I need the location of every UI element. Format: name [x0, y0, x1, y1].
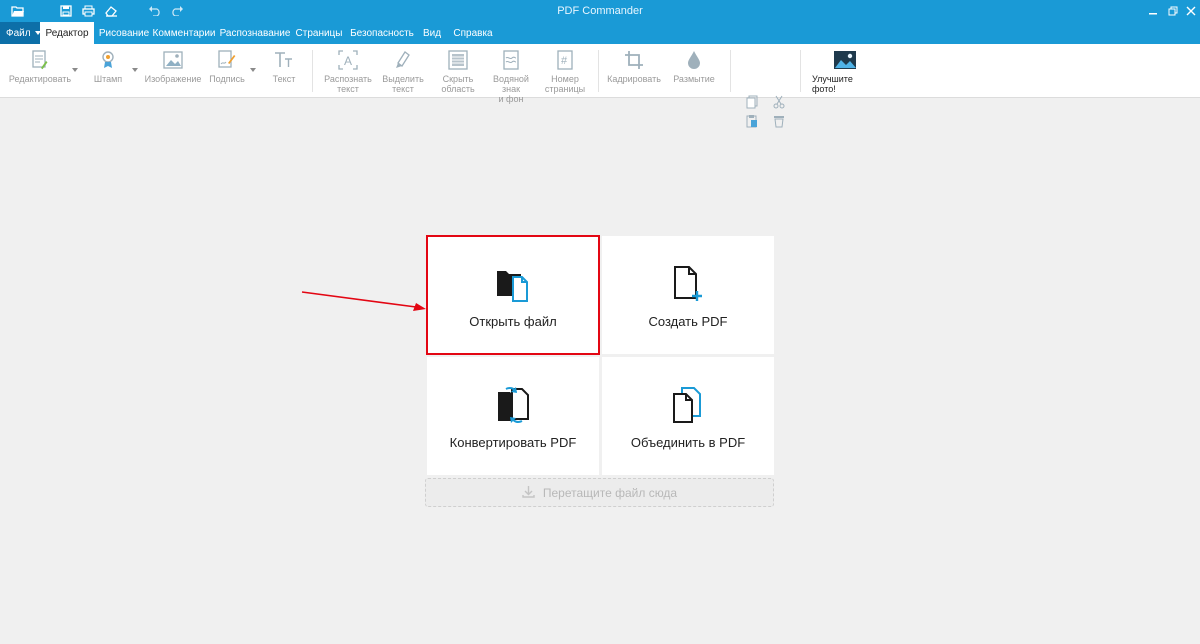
window-title: PDF Commander [557, 5, 643, 17]
hide-area-label: Скрыть область [441, 74, 475, 94]
close-icon[interactable] [1183, 3, 1199, 19]
convert-pdf-label: Конвертировать PDF [449, 435, 577, 450]
crop-button[interactable]: Кадрировать [607, 50, 661, 96]
watermark-button[interactable]: Водяной знак и фон [483, 50, 539, 104]
tab-help[interactable]: Справка [450, 22, 496, 44]
stamp-dropdown-caret[interactable] [132, 68, 138, 72]
page-number-button[interactable]: # Номер страницы [544, 50, 586, 96]
edit-button[interactable]: Редактировать [8, 50, 72, 96]
enhance-photo-button[interactable]: Улучшите фото! [812, 50, 878, 96]
text-icon [274, 50, 294, 70]
edit-label: Редактировать [8, 74, 72, 84]
open-file-tile[interactable]: Открыть файл [427, 236, 599, 354]
restore-icon[interactable] [1165, 3, 1181, 19]
stamp-label: Штамп [93, 74, 123, 84]
tab-drawing[interactable]: Рисование [95, 22, 153, 44]
watermark-icon [501, 50, 521, 70]
tab-recognition[interactable]: Распознавание [220, 22, 291, 44]
blur-label: Размытие [673, 74, 715, 84]
signature-icon [217, 50, 237, 70]
stamp-button[interactable]: Штамп [88, 50, 128, 96]
sign-button[interactable]: Подпись [208, 50, 246, 96]
hide-area-button[interactable]: Скрыть область [436, 50, 480, 96]
tab-comments[interactable]: Комментарии [153, 22, 216, 44]
edit-dropdown-caret[interactable] [72, 68, 78, 72]
new-document-icon [668, 264, 708, 304]
enhance-photo-label: Улучшите фото! [812, 74, 853, 94]
sign-label: Подпись [209, 74, 245, 84]
svg-text:#: # [561, 55, 568, 67]
crop-label: Кадрировать [607, 74, 661, 84]
convert-pdf-tile[interactable]: Конвертировать PDF [427, 357, 599, 475]
merge-documents-icon [668, 385, 708, 425]
image-icon [163, 50, 183, 70]
tab-security[interactable]: Безопасность [348, 22, 416, 44]
crop-icon [624, 50, 644, 70]
ribbon-separator [598, 50, 599, 92]
ribbon-toolbar: Редактировать Штамп Изображение Подпись … [0, 44, 1200, 128]
select-text-button[interactable]: Выделить текст [380, 50, 426, 96]
edit-document-icon [30, 50, 50, 70]
paste-icon[interactable] [745, 114, 759, 128]
highlighter-icon [393, 50, 413, 70]
file-menu-button[interactable]: Файл [0, 22, 41, 44]
text-label: Текст [272, 74, 296, 84]
sign-dropdown-caret[interactable] [250, 68, 256, 72]
tab-editor[interactable]: Редактор [40, 22, 94, 44]
droplet-icon [684, 50, 704, 70]
recognize-text-label: Распознать текст [324, 74, 372, 94]
drop-zone[interactable]: Перетащите файл сюда [425, 478, 774, 507]
image-button[interactable]: Изображение [144, 50, 202, 96]
create-pdf-label: Создать PDF [648, 314, 728, 329]
download-icon [522, 485, 535, 501]
merge-pdf-tile[interactable]: Объединить в PDF [602, 357, 774, 475]
tab-view[interactable]: Вид [420, 22, 444, 44]
file-menu-label: Файл [6, 27, 31, 39]
ribbon-separator [312, 50, 313, 92]
watermark-label: Водяной знак и фон [493, 74, 529, 104]
svg-text:A: A [344, 54, 352, 68]
photo-enhance-icon [833, 50, 857, 70]
text-button[interactable]: Текст [268, 50, 300, 96]
open-folder-icon [493, 264, 533, 304]
page-number-label: Номер страницы [544, 74, 586, 94]
ribbon-separator [800, 50, 801, 92]
recognize-text-button[interactable]: A Распознать текст [322, 50, 374, 96]
create-pdf-tile[interactable]: Создать PDF [602, 236, 774, 354]
minimize-icon[interactable] [1145, 3, 1161, 19]
scissors-icon[interactable] [772, 95, 786, 109]
delete-icon[interactable] [772, 114, 786, 128]
open-file-label: Открыть файл [469, 314, 557, 329]
ribbon-separator [730, 50, 731, 92]
copy-icon[interactable] [745, 95, 759, 109]
blur-button[interactable]: Размытие [672, 50, 716, 96]
title-bar: PDF Commander [0, 0, 1200, 22]
hide-area-icon [448, 50, 468, 70]
tab-pages[interactable]: Страницы [294, 22, 344, 44]
annotation-arrow-icon [301, 291, 426, 311]
stamp-icon [98, 50, 118, 70]
image-label: Изображение [144, 74, 202, 84]
drop-zone-label: Перетащите файл сюда [542, 485, 678, 500]
menu-bar: Файл Редактор Рисование Комментарии Расп… [0, 22, 1200, 44]
ocr-icon: A [338, 50, 358, 70]
select-text-label: Выделить текст [382, 74, 424, 94]
page-number-icon: # [555, 50, 575, 70]
convert-document-icon [493, 385, 533, 425]
merge-pdf-label: Объединить в PDF [630, 435, 746, 450]
